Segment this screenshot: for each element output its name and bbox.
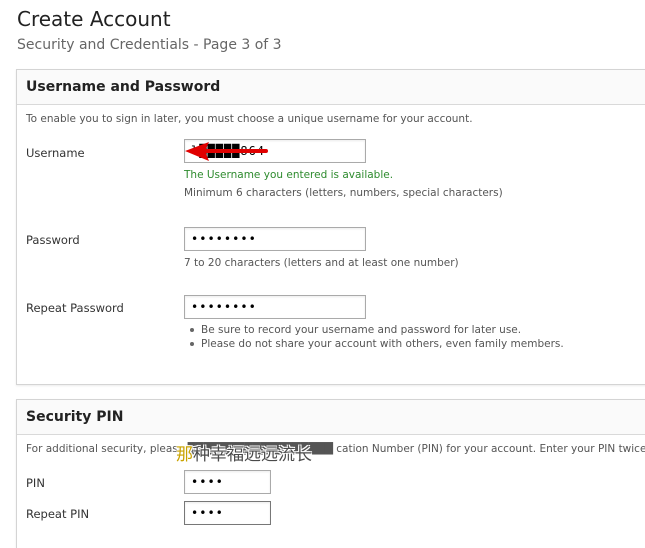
credentials-panel-title: Username and Password xyxy=(26,79,221,95)
page-subtitle: Security and Credentials - Page 3 of 3 xyxy=(17,37,282,53)
repeat-password-input[interactable]: •••••••• xyxy=(184,295,366,319)
credentials-description: To enable you to sign in later, you must… xyxy=(26,113,473,125)
username-available-message: The Username you entered is available. xyxy=(184,169,394,181)
username-hint: Minimum 6 characters (letters, numbers, … xyxy=(184,187,503,199)
pin-label: PIN xyxy=(26,476,45,490)
pin-panel-title: Security PIN xyxy=(26,409,124,425)
credentials-panel-header: Username and Password xyxy=(17,70,645,105)
page-title: Create Account xyxy=(17,7,171,31)
pin-description: For additional security, please ████████… xyxy=(26,443,645,455)
credentials-panel: Username and Password To enable you to s… xyxy=(16,69,645,385)
password-note-share: Please do not share your account with ot… xyxy=(187,337,564,351)
red-arrow-icon xyxy=(185,142,268,161)
password-input[interactable]: •••••••• xyxy=(184,227,366,251)
password-notes: Be sure to record your username and pass… xyxy=(187,323,564,351)
video-subtitle-rest: 种幸福远远流长 xyxy=(193,445,312,465)
video-subtitle: 那种幸福远远流长 xyxy=(176,440,312,465)
password-label: Password xyxy=(26,233,80,247)
username-label: Username xyxy=(26,146,85,160)
repeat-pin-label: Repeat PIN xyxy=(26,507,90,521)
pin-panel: Security PIN For additional security, pl… xyxy=(16,399,645,548)
pin-input[interactable]: •••• xyxy=(184,470,271,494)
pin-panel-header: Security PIN xyxy=(17,400,645,435)
password-note-record: Be sure to record your username and pass… xyxy=(187,323,564,337)
video-subtitle-first-char: 那 xyxy=(176,445,193,465)
password-hint: 7 to 20 characters (letters and at least… xyxy=(184,257,459,269)
repeat-pin-input[interactable]: •••• xyxy=(184,501,271,525)
repeat-password-label: Repeat Password xyxy=(26,301,124,315)
